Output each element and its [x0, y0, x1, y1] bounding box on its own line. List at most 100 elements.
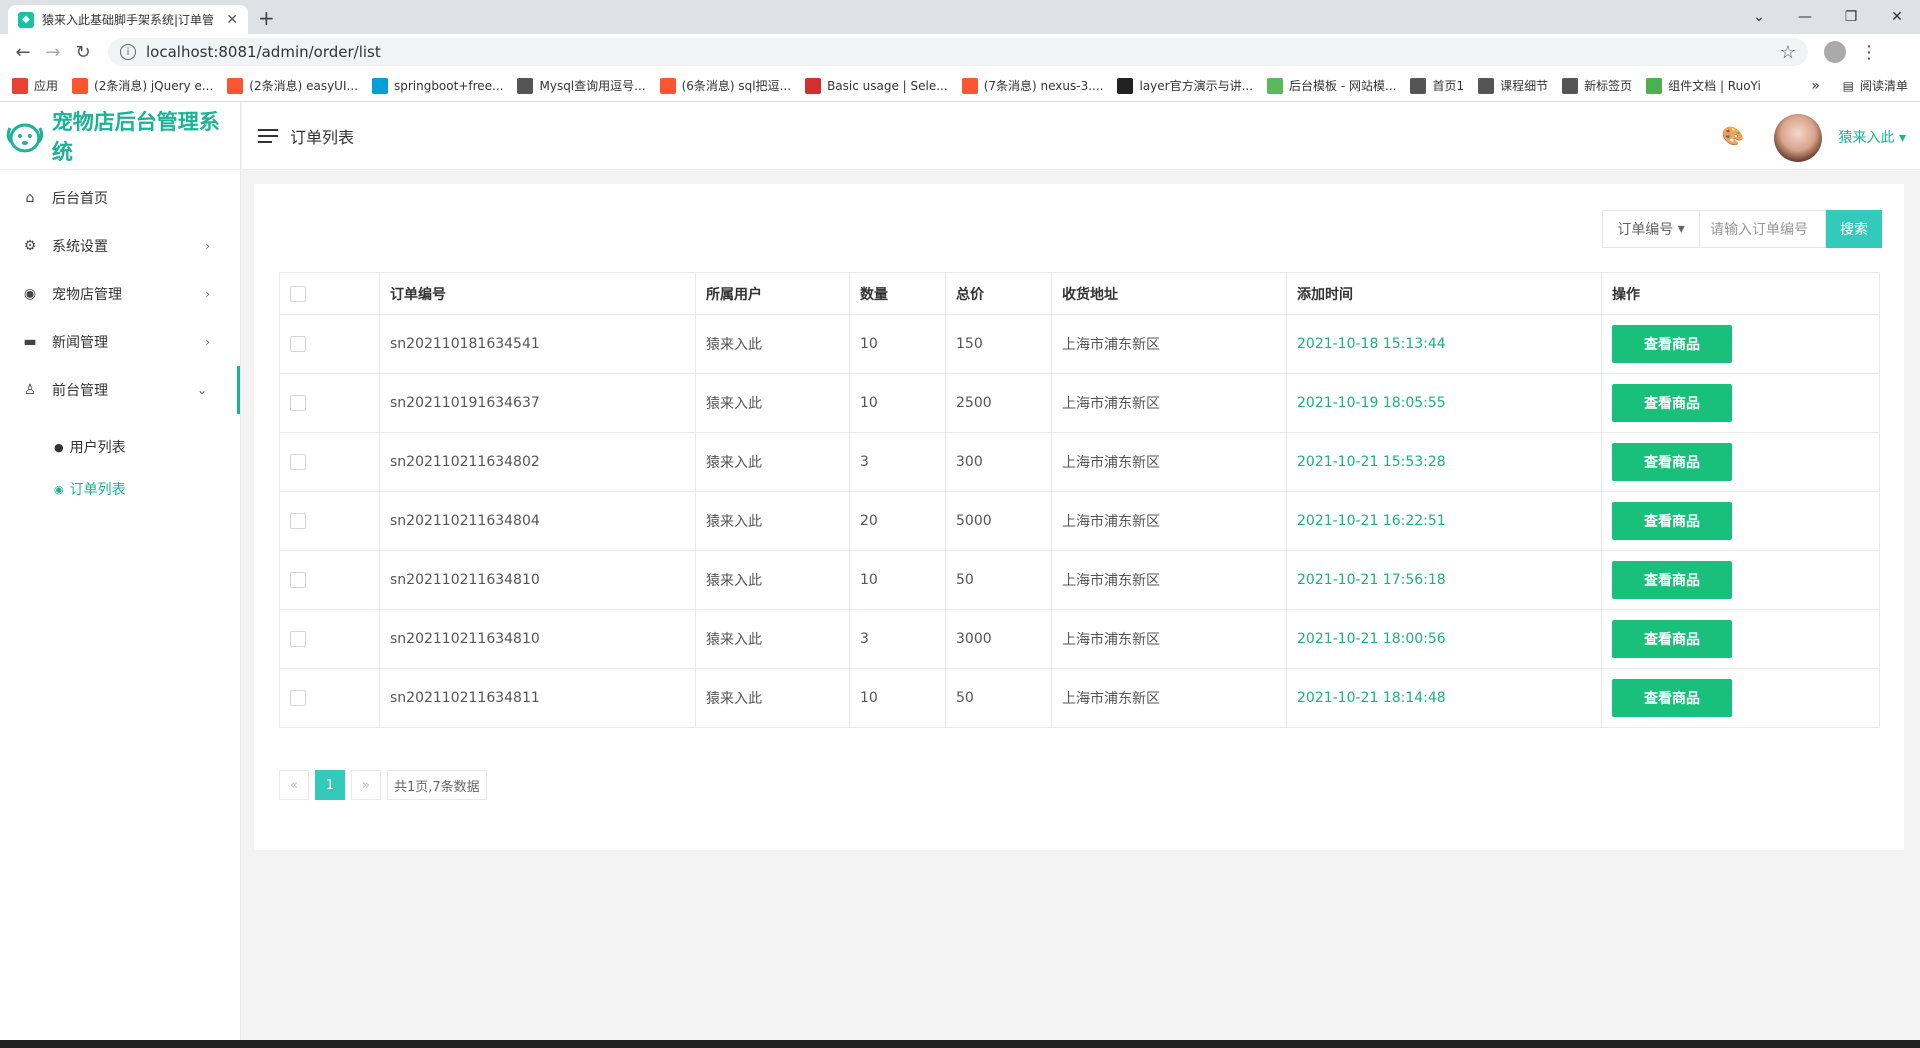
row-checkbox[interactable]	[290, 513, 306, 529]
restore-button[interactable]: ❐	[1828, 9, 1874, 25]
csdn-icon	[72, 77, 89, 94]
view-products-button[interactable]: 查看商品	[1612, 384, 1732, 422]
bookmark-item[interactable]: 课程细节	[1478, 77, 1548, 94]
sidebar-item[interactable]: ▬ 新闻管理 ›	[0, 318, 240, 366]
user-circle-icon: ●	[54, 440, 64, 454]
action-cell: 查看商品	[1601, 491, 1880, 551]
view-products-button[interactable]: 查看商品	[1612, 679, 1732, 717]
bookmark-label: (7条消息) nexus-3....	[983, 79, 1104, 93]
row-checkbox[interactable]	[290, 572, 306, 588]
reload-button[interactable]: ↻	[68, 42, 98, 63]
quantity-cell: 10	[849, 668, 946, 728]
table-row: sn202110211634804 猿来入此 20 5000 上海市浦东新区 2021-1…	[279, 491, 1880, 551]
bookmark-item[interactable]: layer官方演示与讲...	[1117, 77, 1253, 94]
search-button[interactable]: 搜索	[1826, 210, 1882, 248]
close-window-button[interactable]: ✕	[1874, 9, 1920, 25]
bookmark-item[interactable]: 新标签页	[1562, 77, 1632, 94]
search-input[interactable]: 请输入订单编号	[1700, 210, 1826, 248]
order-table: 订单编号 所属用户 数量 总价 收货地址 添加时间 操作 sn202110181…	[279, 272, 1880, 728]
bookmark-item[interactable]: (2条消息) easyUI...	[227, 77, 358, 94]
quantity-cell: 10	[849, 550, 946, 610]
view-products-button[interactable]: 查看商品	[1612, 502, 1732, 540]
select-all-checkbox[interactable]	[290, 285, 306, 302]
row-checkbox[interactable]	[290, 395, 306, 411]
bookmarks-overflow-button[interactable]: »	[1811, 78, 1820, 94]
address-cell: 上海市浦东新区	[1051, 314, 1287, 374]
submenu-frontend: ● 用户列表 ◉ 订单列表	[0, 414, 240, 510]
view-products-button[interactable]: 查看商品	[1612, 561, 1732, 599]
bookmark-item[interactable]: (7条消息) nexus-3....	[961, 77, 1104, 94]
url-text[interactable]: localhost:8081/admin/order/list	[146, 43, 1780, 61]
row-select-cell	[279, 373, 380, 433]
bookmark-item[interactable]: 首页1	[1410, 77, 1464, 94]
username-dropdown[interactable]: 猿来入此 ▾	[1839, 127, 1906, 147]
forward-button[interactable]: →	[38, 42, 68, 63]
bookmark-item[interactable]: 组件文档 | RuoYi	[1646, 77, 1761, 94]
back-button[interactable]: ←	[8, 42, 38, 63]
quantity-cell: 10	[849, 373, 946, 433]
app-logo[interactable]: 宠物店后台管理系统	[0, 102, 240, 170]
view-products-button[interactable]: 查看商品	[1612, 620, 1732, 658]
submenu-item[interactable]: ● 用户列表	[0, 426, 240, 468]
col-total: 总价	[945, 272, 1052, 315]
bookmark-item[interactable]: 后台模板 - 网站模...	[1267, 77, 1396, 94]
search-field-label: 订单编号	[1617, 222, 1674, 238]
user-cell: 猿来入此	[695, 609, 850, 669]
close-tab-icon[interactable]: ✕	[226, 12, 238, 28]
row-checkbox[interactable]	[290, 454, 306, 470]
csdn-icon	[659, 77, 676, 94]
sidebar-item[interactable]: ⚙ 系统设置 ›	[0, 222, 240, 270]
bookmark-star-icon[interactable]: ☆	[1780, 42, 1796, 63]
user-cell: 猿来入此	[695, 432, 850, 492]
page-title: 订单列表	[290, 127, 355, 147]
view-products-button[interactable]: 查看商品	[1612, 325, 1732, 363]
site-info-icon[interactable]: i	[120, 44, 136, 60]
search-field-select[interactable]: 订单编号 ▾	[1602, 210, 1700, 248]
row-checkbox[interactable]	[290, 336, 306, 352]
bookmark-label: 后台模板 - 网站模...	[1289, 79, 1397, 93]
sidebar-item[interactable]: ♙ 前台管理 ⌄	[0, 366, 240, 414]
page-1-button[interactable]: 1	[315, 770, 345, 800]
user-cell: 猿来入此	[695, 373, 850, 433]
sidebar-item[interactable]: ◉ 宠物店管理 ›	[0, 270, 240, 318]
next-page-button[interactable]: »	[351, 770, 381, 800]
total-cell: 5000	[945, 491, 1052, 551]
bookmark-item[interactable]: springboot+free...	[371, 77, 504, 94]
bookmark-item[interactable]: (6条消息) sql把逗...	[659, 77, 791, 94]
bookmark-item[interactable]: 应用	[12, 77, 58, 94]
submenu-item[interactable]: ◉ 订单列表	[0, 468, 240, 510]
menu-toggle-icon[interactable]	[258, 125, 278, 147]
url-omnibox[interactable]: i localhost:8081/admin/order/list ☆	[108, 38, 1808, 66]
col-user: 所属用户	[695, 272, 850, 315]
table-row: sn202110181634541 猿来入此 10 150 上海市浦东新区 2021-10…	[279, 314, 1880, 374]
browser-menu-icon[interactable]: ⋮	[1860, 42, 1878, 63]
row-checkbox[interactable]	[290, 690, 306, 706]
browser-tab[interactable]: ◆ 猿来入此基础脚手架系统|订单管 ✕	[8, 5, 248, 34]
address-cell: 上海市浦东新区	[1051, 491, 1287, 551]
user-cell: 猿来入此	[695, 668, 850, 728]
reading-list-button[interactable]: ▤ 阅读清单	[1843, 77, 1908, 94]
profile-menu-icon[interactable]: ⌄	[1736, 9, 1782, 25]
new-tab-button[interactable]: +	[258, 6, 275, 30]
action-cell: 查看商品	[1601, 668, 1880, 728]
bookmark-item[interactable]: (2条消息) jQuery e...	[72, 77, 213, 94]
user-cell: 猿来入此	[695, 550, 850, 610]
theme-palette-icon[interactable]: 🎨	[1722, 126, 1744, 147]
dog-logo-icon	[6, 123, 44, 152]
bookmark-label: 课程细节	[1500, 79, 1549, 93]
row-checkbox[interactable]	[290, 631, 306, 647]
view-products-button[interactable]: 查看商品	[1612, 443, 1732, 481]
sidebar-item-label: 后台首页	[52, 191, 108, 207]
bookmark-item[interactable]: Basic usage | Sele...	[805, 77, 948, 94]
menu-arrow-icon: ⌄	[196, 383, 207, 397]
sidebar-item[interactable]: ⌂ 后台首页	[0, 174, 240, 222]
col-actions: 操作	[1601, 272, 1880, 315]
minimize-button[interactable]: —	[1782, 9, 1828, 25]
action-cell: 查看商品	[1601, 550, 1880, 610]
prev-page-button[interactable]: «	[279, 770, 309, 800]
profile-avatar-icon[interactable]	[1824, 41, 1846, 63]
bookmark-item[interactable]: Mysql查询用逗号...	[517, 77, 646, 94]
bookmark-label: springboot+free...	[393, 78, 504, 93]
bookmark-label: 应用	[34, 79, 59, 93]
user-avatar[interactable]	[1774, 114, 1822, 162]
